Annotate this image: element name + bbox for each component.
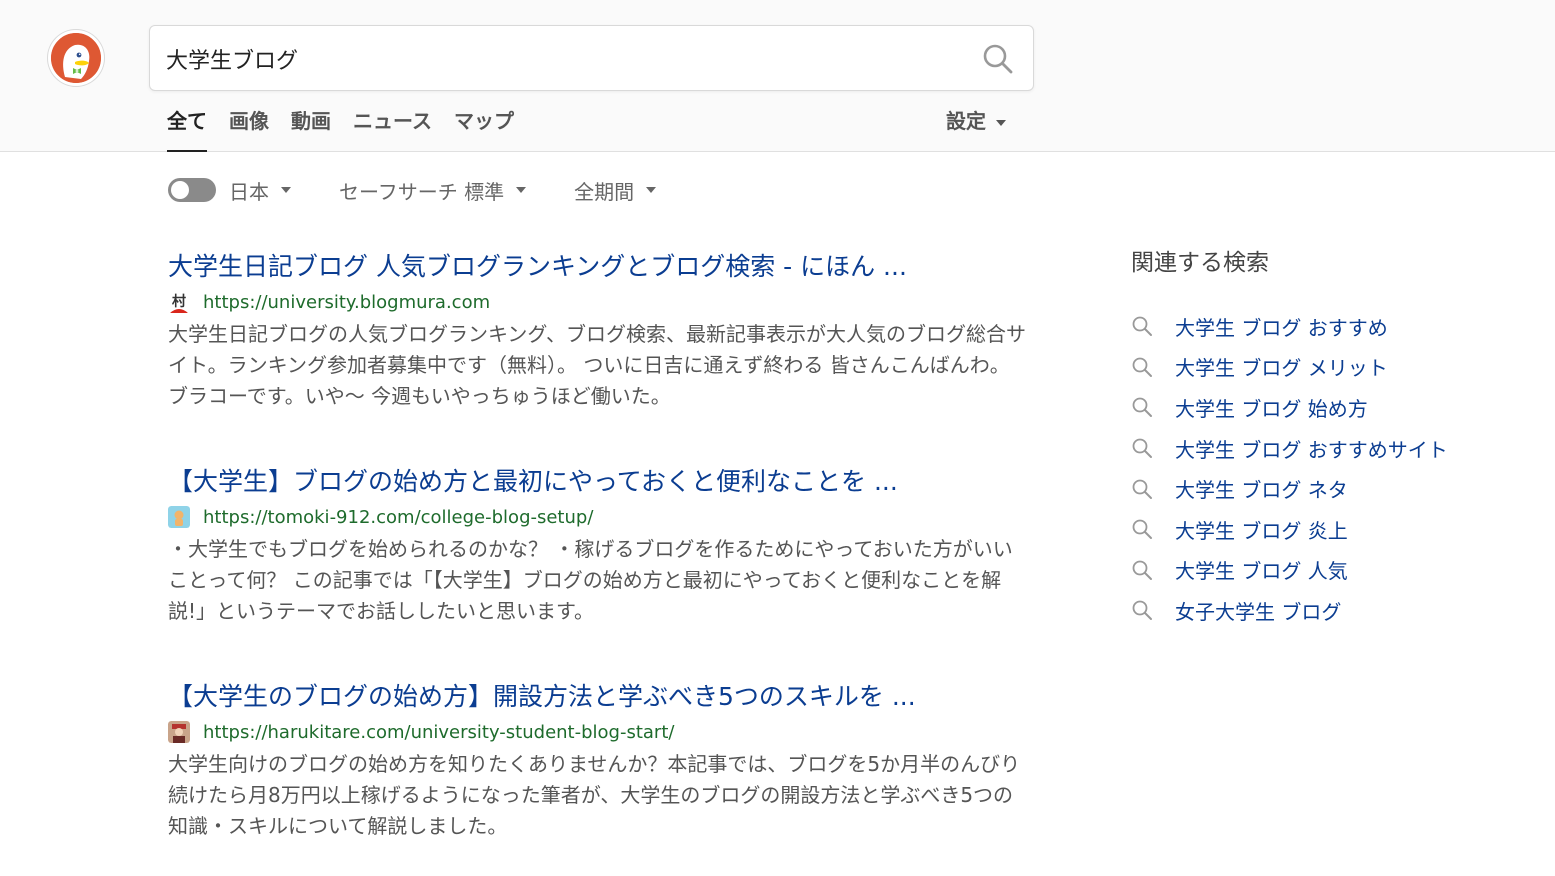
search-icon [983, 44, 1013, 74]
search-box [149, 25, 1034, 91]
related-search-label: 大学生 ブログ おすすめサイト [1175, 437, 1448, 462]
tab-all[interactable]: 全て [167, 106, 207, 152]
related-search-label: 女子大学生 ブログ [1175, 599, 1342, 624]
search-tabs: 全て 画像 動画 ニュース マップ [167, 106, 514, 152]
result-title-link[interactable]: 【大学生】ブログの始め方と最初にやっておくと便利なことを ... [168, 463, 1028, 501]
safesearch-label: セーフサーチ 標準 [339, 179, 505, 204]
search-icon [1132, 560, 1152, 580]
related-search-item[interactable]: 大学生 ブログ おすすめサイト [1131, 428, 1551, 469]
tab-images[interactable]: 画像 [229, 106, 269, 152]
result-snippet: 大学生向けのブログの始め方を知りたくありませんか？本記事では、ブログを5か月半の… [168, 752, 1021, 838]
related-search-label: 大学生 ブログ ネタ [1175, 478, 1348, 503]
search-input[interactable] [166, 40, 956, 78]
related-search-label: 大学生 ブログ メリット [1175, 356, 1388, 381]
search-icon [1132, 519, 1152, 540]
related-searches: 関連する検索 大学生 ブログ おすすめ 大学生 ブログ メリット 大学生 ブログ… [1131, 244, 1551, 631]
duckduckgo-logo[interactable] [48, 30, 104, 86]
toggle-knob [171, 181, 189, 199]
search-icon [1132, 398, 1152, 418]
related-search-item[interactable]: 大学生 ブログ ネタ [1131, 468, 1551, 509]
harukitare-favicon-icon [168, 721, 190, 743]
result-item: 【大学生のブログの始め方】開設方法と学ぶべき5つのスキルを ... https:… [168, 678, 1028, 842]
related-search-label: 大学生 ブログ 炎上 [1175, 518, 1348, 543]
results-list: 大学生日記ブログ 人気ブログランキングとブログ検索 - にほん ... 村 ht… [168, 248, 1028, 876]
related-search-item[interactable]: 大学生 ブログ メリット [1131, 347, 1551, 388]
related-search-label: 大学生 ブログ おすすめ [1175, 315, 1388, 340]
result-url-row: https://harukitare.com/university-studen… [168, 716, 1028, 748]
search-button[interactable] [981, 42, 1015, 76]
search-icon [1132, 357, 1152, 377]
related-search-item[interactable]: 女子大学生 ブログ [1131, 590, 1551, 631]
related-search-item[interactable]: 大学生 ブログ 始め方 [1131, 387, 1551, 428]
region-label: 日本 [229, 179, 269, 204]
blogmura-favicon-icon: 村 [168, 291, 190, 313]
result-url-link[interactable]: https://university.blogmura.com [203, 292, 490, 313]
filter-bar: 日本 セーフサーチ 標準 全期間 [168, 175, 657, 205]
result-url-link[interactable]: https://tomoki-912.com/college-blog-setu… [203, 507, 593, 528]
chevron-down-icon [646, 187, 657, 193]
time-label: 全期間 [574, 179, 635, 204]
result-snippet: 大学生日記ブログの人気ブログランキング、ブログ検索、最新記事表示が大人気のブログ… [168, 322, 1026, 408]
related-search-item[interactable]: 大学生 ブログ 炎上 [1131, 509, 1551, 550]
result-url-row: 村 https://university.blogmura.com [168, 286, 1028, 318]
tab-videos[interactable]: 動画 [291, 106, 331, 152]
related-search-label: 大学生 ブログ 始め方 [1175, 396, 1368, 421]
result-snippet: ・大学生でもブログを始められるのかな？ ・稼げるブログを作るためにやっておいた方… [168, 537, 1013, 623]
region-toggle[interactable] [168, 178, 216, 202]
safesearch-filter[interactable]: セーフサーチ 標準 [339, 176, 527, 205]
svg-text:村: 村 [172, 293, 186, 310]
result-title-link[interactable]: 大学生日記ブログ 人気ブログランキングとブログ検索 - にほん ... [168, 248, 1028, 286]
settings-dropdown[interactable]: 設定 [946, 106, 1006, 136]
related-searches-title: 関連する検索 [1131, 250, 1269, 276]
result-url-link[interactable]: https://harukitare.com/university-studen… [203, 722, 674, 743]
result-item: 大学生日記ブログ 人気ブログランキングとブログ検索 - にほん ... 村 ht… [168, 248, 1028, 412]
tab-news[interactable]: ニュース [353, 106, 432, 152]
related-search-item[interactable]: 大学生 ブログ おすすめ [1131, 306, 1551, 347]
region-filter[interactable]: 日本 [229, 176, 291, 205]
chevron-down-icon [281, 187, 291, 193]
search-icon [1132, 316, 1152, 337]
search-icon [1132, 438, 1152, 459]
related-search-item[interactable]: 大学生 ブログ 人気 [1131, 550, 1551, 591]
result-item: 【大学生】ブログの始め方と最初にやっておくと便利なことを ... https:/… [168, 463, 1028, 627]
related-search-label: 大学生 ブログ 人気 [1175, 559, 1348, 584]
chevron-down-icon [516, 187, 527, 193]
tomoki-favicon-icon [168, 506, 190, 528]
search-icon [1132, 601, 1152, 621]
time-filter[interactable]: 全期間 [574, 176, 657, 205]
result-title-link[interactable]: 【大学生のブログの始め方】開設方法と学ぶべき5つのスキルを ... [168, 678, 1028, 716]
duck-icon [51, 33, 101, 83]
settings-label: 設定 [946, 109, 986, 133]
header: 全て 画像 動画 ニュース マップ 設定 [0, 0, 1555, 152]
result-url-row: https://tomoki-912.com/college-blog-setu… [168, 501, 1028, 533]
search-icon [1132, 479, 1152, 499]
tab-maps[interactable]: マップ [454, 106, 514, 152]
chevron-down-icon [996, 119, 1006, 126]
